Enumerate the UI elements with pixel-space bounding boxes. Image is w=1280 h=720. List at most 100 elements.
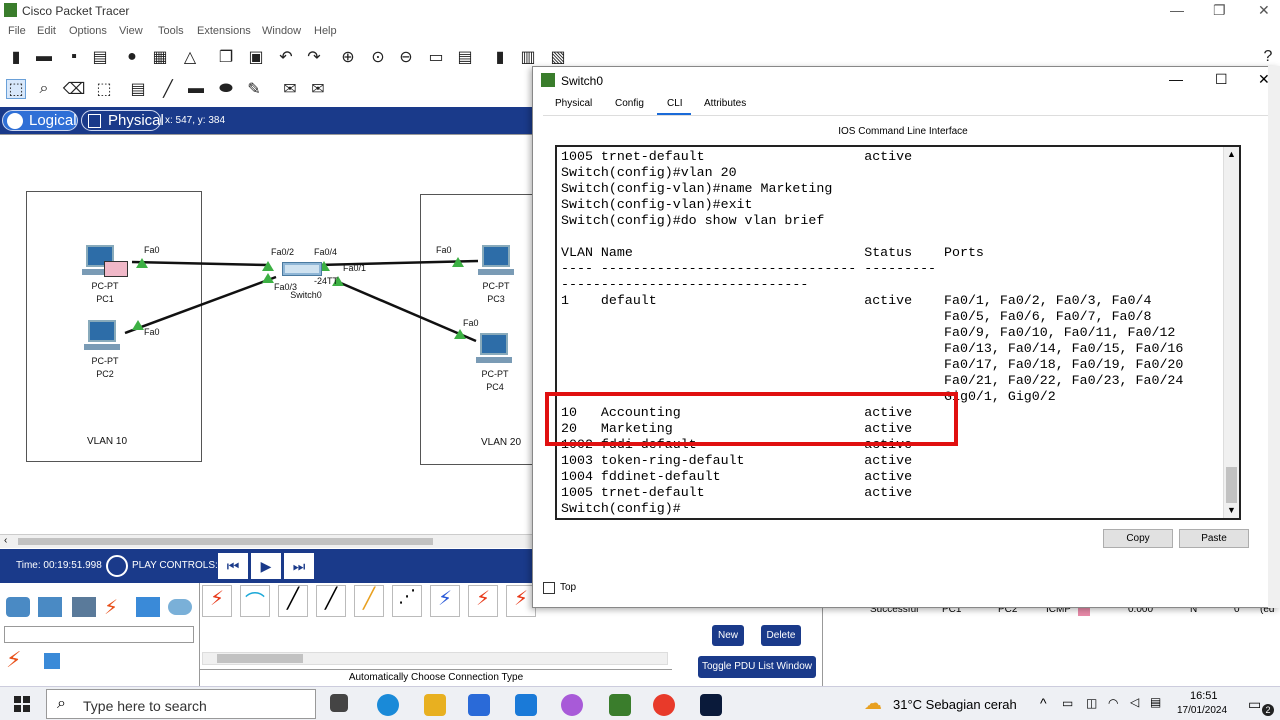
terminal-scrollbar[interactable]: ▲ ▼ xyxy=(1223,147,1239,518)
tab-attributes[interactable]: Attributes xyxy=(704,98,746,109)
serial-dce-icon[interactable]: ⚡ xyxy=(468,585,498,617)
taskbar-search-box[interactable]: ⌕ Type here to search xyxy=(46,689,316,719)
zoom-reset-icon[interactable]: ⊙ xyxy=(368,47,388,67)
scroll-down-icon[interactable]: ▼ xyxy=(1227,505,1236,515)
delete-scenario-button[interactable]: Delete xyxy=(761,625,801,646)
print-icon[interactable]: ▤ xyxy=(90,47,110,67)
photoshop-icon[interactable] xyxy=(700,694,722,716)
workspace-horizontal-scrollbar[interactable]: ‹ xyxy=(0,534,532,548)
scroll-thumb[interactable] xyxy=(217,654,303,663)
menu-view[interactable]: View xyxy=(119,25,143,37)
server-icon[interactable]: ▥ xyxy=(518,47,538,67)
edge-icon[interactable] xyxy=(377,694,399,716)
power-cycle-icon[interactable] xyxy=(106,555,128,577)
minimize-icon[interactable]: — xyxy=(1170,2,1184,18)
place-note-icon[interactable]: ▤ xyxy=(128,79,148,99)
weather-text[interactable]: 31°C Sebagian cerah xyxy=(893,697,1017,712)
select-icon[interactable]: ⬚ xyxy=(6,79,26,99)
forward-icon[interactable]: ⏭ xyxy=(284,553,314,579)
phone-cable-icon[interactable]: ⋰ xyxy=(392,585,422,617)
custom-device-icon[interactable]: ▤ xyxy=(455,47,475,67)
freeform-icon[interactable]: ✎ xyxy=(244,79,264,99)
draw-rectangle-icon[interactable]: ▬ xyxy=(186,79,206,99)
zoom-in-icon[interactable]: ⊕ xyxy=(338,47,358,67)
tab-cli[interactable]: CLI xyxy=(667,98,683,109)
undo-icon[interactable]: ↶ xyxy=(276,47,296,67)
auto-connection-icon[interactable]: ⚡ xyxy=(202,585,232,617)
network-info-icon[interactable]: ▦ xyxy=(150,47,170,67)
misc-icon[interactable] xyxy=(136,597,160,617)
save-icon[interactable]: ▪ xyxy=(64,47,84,67)
tab-config[interactable]: Config xyxy=(615,98,644,109)
pc2-device[interactable] xyxy=(84,320,120,354)
open-folder-icon[interactable]: ▬ xyxy=(34,47,54,67)
switch0-device[interactable] xyxy=(282,262,322,276)
back-icon[interactable]: ⏮ xyxy=(218,553,248,579)
menu-options[interactable]: Options xyxy=(69,25,107,37)
battery-icon[interactable]: ▭ xyxy=(1062,696,1073,710)
network-devices-icon[interactable] xyxy=(6,597,30,617)
chrome-icon[interactable] xyxy=(653,694,675,716)
network-icon[interactable]: ◠ xyxy=(1108,696,1118,710)
menu-edit[interactable]: Edit xyxy=(37,25,56,37)
menu-window[interactable]: Window xyxy=(262,25,301,37)
device-search-field[interactable] xyxy=(4,626,194,643)
tab-physical[interactable]: Physical xyxy=(555,98,592,109)
cable-switch-pc4[interactable] xyxy=(335,279,477,343)
scroll-thumb[interactable] xyxy=(18,538,433,545)
logical-workspace[interactable]: VLAN 10 VLAN 20 PC-PT PC1 PC-PT PC2 PC-P… xyxy=(0,134,540,548)
volume-icon[interactable]: ◁ xyxy=(1130,695,1139,709)
language-icon[interactable]: ▤ xyxy=(1150,695,1161,709)
scroll-left-icon[interactable]: ‹ xyxy=(4,535,7,546)
pc4-device[interactable] xyxy=(476,333,512,367)
dialog-minimize-icon[interactable]: — xyxy=(1169,71,1183,87)
notes-icon[interactable]: ▮ xyxy=(490,47,510,67)
menu-file[interactable]: File xyxy=(8,25,26,37)
task-view-icon[interactable] xyxy=(330,694,348,712)
redo-icon[interactable]: ↷ xyxy=(304,47,324,67)
paste-button[interactable]: Paste xyxy=(1179,529,1249,548)
copilot-icon[interactable] xyxy=(561,694,583,716)
play-icon[interactable]: ▶ xyxy=(251,553,281,579)
drawing-palette-icon[interactable]: ▭ xyxy=(426,47,446,67)
scroll-thumb[interactable] xyxy=(1226,467,1237,503)
help-icon[interactable]: ? xyxy=(1258,47,1278,67)
logical-mode-button[interactable]: Logical xyxy=(2,110,78,131)
copper-straight-icon[interactable]: ╱ xyxy=(278,585,308,617)
restore-icon[interactable]: ❐ xyxy=(1213,2,1226,19)
cli-terminal[interactable]: 1005 trnet-default active Switch(config)#… xyxy=(555,145,1241,520)
file-explorer-icon[interactable] xyxy=(424,694,446,716)
menu-help[interactable]: Help xyxy=(314,25,337,37)
console-cable-icon[interactable]: ⌒ xyxy=(240,585,270,617)
inspect-icon[interactable]: ⌕ xyxy=(34,79,54,99)
copy-button[interactable]: Copy xyxy=(1103,529,1173,548)
dialog-maximize-icon[interactable]: ☐ xyxy=(1215,71,1228,88)
packet-tracer-taskbar-icon[interactable] xyxy=(609,694,631,716)
close-icon[interactable]: ✕ xyxy=(1258,2,1270,19)
draw-line-icon[interactable]: ╱ xyxy=(158,79,178,99)
connections-icon[interactable]: ⚡ xyxy=(104,595,118,620)
multiuser-icon[interactable] xyxy=(168,599,192,615)
pc3-device[interactable] xyxy=(478,245,514,279)
zoom-out-icon[interactable]: ⊖ xyxy=(396,47,416,67)
coaxial-icon[interactable]: ⚡ xyxy=(430,585,460,617)
menu-extensions[interactable]: Extensions xyxy=(197,25,251,37)
connections-subtype-icon[interactable]: ⚡ xyxy=(6,647,21,673)
clock-time[interactable]: 16:51 xyxy=(1190,690,1218,702)
windows-start-icon[interactable] xyxy=(14,696,30,712)
paste-icon[interactable]: ▣ xyxy=(246,47,266,67)
main-vertical-scrollbar[interactable] xyxy=(1268,66,1280,608)
delete-icon[interactable]: ⌫ xyxy=(63,79,86,99)
store-icon[interactable] xyxy=(468,694,490,716)
clock-date[interactable]: 17/01/2024 xyxy=(1177,705,1227,716)
menu-tools[interactable]: Tools xyxy=(158,25,184,37)
weather-icon[interactable]: ☁ xyxy=(864,693,882,714)
power-plan-icon[interactable]: ◫ xyxy=(1086,696,1097,710)
components-icon[interactable] xyxy=(72,597,96,617)
pc1-device[interactable] xyxy=(82,245,128,279)
top-checkbox[interactable] xyxy=(543,582,555,594)
octal-cable-icon[interactable] xyxy=(44,653,60,669)
new-file-icon[interactable]: ▮ xyxy=(6,47,26,67)
physical-mode-button[interactable]: Physical xyxy=(81,110,164,131)
notification-icon[interactable]: ▭ xyxy=(1248,696,1261,713)
